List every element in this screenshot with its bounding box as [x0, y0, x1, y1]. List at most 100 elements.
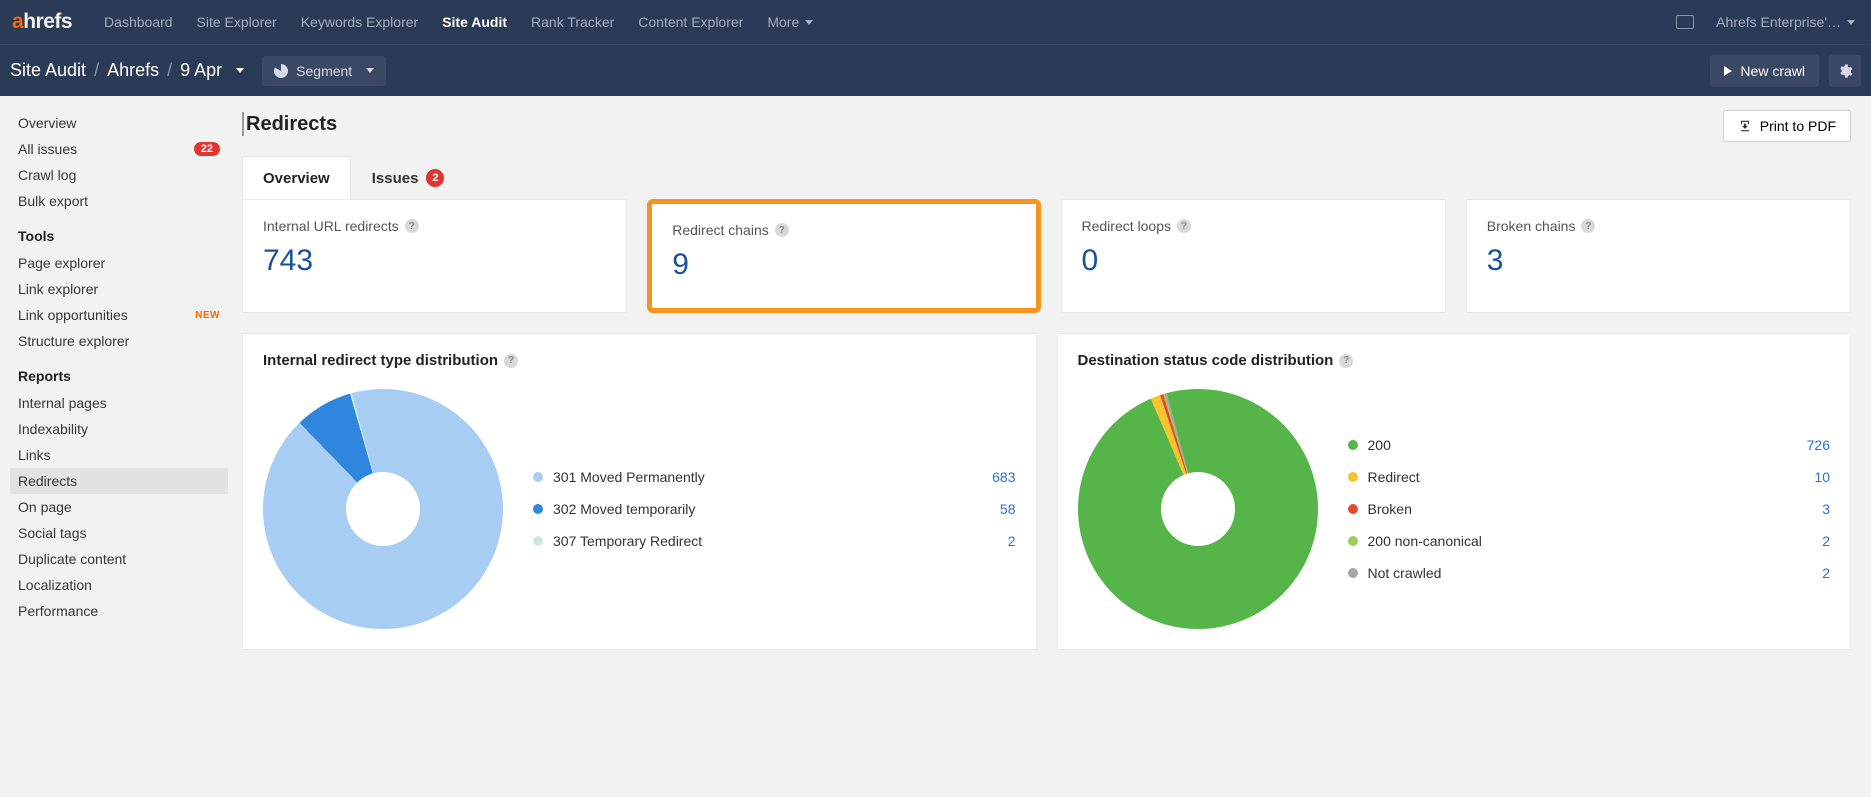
topnav-item[interactable]: More: [755, 0, 825, 44]
card-value: 743: [263, 244, 606, 278]
legend-swatch: [533, 472, 543, 482]
new-crawl-button[interactable]: New crawl: [1710, 55, 1819, 87]
chart-title: Internal redirect type distribution: [263, 352, 498, 369]
sidebar-item[interactable]: Social tags: [10, 520, 228, 546]
legend-swatch: [533, 504, 543, 514]
crumb-site-audit[interactable]: Site Audit: [10, 60, 86, 81]
breadcrumb: Site Audit / Ahrefs / 9 Apr: [10, 60, 244, 81]
logo[interactable]: ahrefs: [12, 10, 72, 34]
sidebar-item[interactable]: Link explorer: [10, 276, 228, 302]
logo-hrefs: hrefs: [23, 10, 72, 33]
card-label: Redirect chains: [672, 222, 769, 238]
legend-row[interactable]: Broken3: [1348, 493, 1831, 525]
tabs: Overview Issues 2: [242, 156, 1851, 199]
chevron-down-icon[interactable]: [236, 68, 244, 73]
legend-swatch: [533, 536, 543, 546]
card-broken-chains[interactable]: Broken chains? 3: [1466, 199, 1851, 313]
print-label: Print to PDF: [1760, 118, 1836, 134]
sidebar-item[interactable]: On page: [10, 494, 228, 520]
topnav-item[interactable]: Site Explorer: [185, 0, 289, 44]
main-content: Redirects Print to PDF Overview Issues 2…: [236, 96, 1871, 680]
card-internal-redirects[interactable]: Internal URL redirects? 743: [242, 199, 627, 313]
sidebar-item[interactable]: Structure explorer: [10, 328, 228, 354]
legend-row[interactable]: 302 Moved temporarily58: [533, 493, 1016, 525]
chevron-down-icon: [366, 68, 374, 73]
help-icon[interactable]: ?: [1177, 219, 1191, 233]
sidebar-item[interactable]: Crawl log: [10, 162, 228, 188]
legend-label: 200 non-canonical: [1368, 533, 1482, 549]
legend-row[interactable]: Redirect10: [1348, 461, 1831, 493]
sidebar-item[interactable]: Localization: [10, 572, 228, 598]
legend-row[interactable]: Not crawled 2: [1348, 557, 1831, 589]
legend-label: 200: [1368, 437, 1391, 453]
chevron-down-icon: [805, 20, 813, 25]
help-icon[interactable]: ?: [405, 219, 419, 233]
card-redirect-loops[interactable]: Redirect loops? 0: [1061, 199, 1446, 313]
account-label: Ahrefs Enterprise'…: [1716, 14, 1841, 30]
legend-value: 58: [1000, 501, 1016, 517]
sidebar-item[interactable]: Internal pages: [10, 390, 228, 416]
tab-issues-label: Issues: [372, 170, 419, 187]
legend-label: Not crawled: [1368, 565, 1442, 581]
sidebar-head-reports: Reports: [10, 354, 228, 390]
sidebar-item-label: Structure explorer: [18, 333, 129, 349]
account-menu[interactable]: Ahrefs Enterprise'…: [1704, 0, 1859, 44]
sidebar-item-label: Performance: [18, 603, 98, 619]
topnav-item[interactable]: Keywords Explorer: [289, 0, 431, 44]
play-icon: [1724, 66, 1732, 76]
legend-swatch: [1348, 536, 1358, 546]
topnav-item[interactable]: Rank Tracker: [519, 0, 626, 44]
sidebar-item[interactable]: Duplicate content: [10, 546, 228, 572]
sidebar-item-label: Duplicate content: [18, 551, 126, 567]
tab-issues[interactable]: Issues 2: [351, 156, 466, 199]
segment-icon: [274, 64, 288, 78]
sidebar-item[interactable]: Bulk export: [10, 188, 228, 214]
settings-button[interactable]: [1829, 55, 1861, 87]
topnav-item[interactable]: Content Explorer: [626, 0, 755, 44]
legend-row[interactable]: 307 Temporary Redirect2: [533, 525, 1016, 557]
sidebar-item[interactable]: Links: [10, 442, 228, 468]
sidebar-item[interactable]: Page explorer: [10, 250, 228, 276]
sidebar-head-tools: Tools: [10, 214, 228, 250]
sidebar-item-label: Overview: [18, 115, 76, 131]
sidebar-item-label: On page: [18, 499, 72, 515]
crumb-date[interactable]: 9 Apr: [180, 60, 222, 81]
sidebar-item[interactable]: Performance: [10, 598, 228, 624]
tab-overview[interactable]: Overview: [242, 156, 351, 199]
print-pdf-button[interactable]: Print to PDF: [1723, 110, 1851, 142]
legend-value: 2: [1008, 533, 1016, 549]
sidebar-item[interactable]: Indexability: [10, 416, 228, 442]
legend-row[interactable]: 200726: [1348, 429, 1831, 461]
legend-value: 2: [1822, 533, 1830, 549]
help-icon[interactable]: ?: [1339, 354, 1353, 368]
legend-label: 301 Moved Permanently: [553, 469, 705, 485]
card-value: 3: [1487, 244, 1830, 278]
download-icon: [1738, 119, 1752, 133]
topnav-item[interactable]: Dashboard: [92, 0, 185, 44]
help-icon[interactable]: ?: [504, 354, 518, 368]
sidebar-item[interactable]: Link opportunitiesNEW: [10, 302, 228, 328]
gear-icon: [1837, 63, 1853, 79]
crumb-project[interactable]: Ahrefs: [107, 60, 159, 81]
legend-row[interactable]: 200 non-canonical 2: [1348, 525, 1831, 557]
card-label: Broken chains: [1487, 218, 1576, 234]
legend-value: 2: [1822, 565, 1830, 581]
page-title: Redirects: [242, 112, 1851, 136]
card-label: Internal URL redirects: [263, 218, 399, 234]
sidebar-item[interactable]: Overview: [10, 110, 228, 136]
sidebar-item[interactable]: All issues22: [10, 136, 228, 162]
topnav-item[interactable]: Site Audit: [430, 0, 519, 44]
legend-row[interactable]: 301 Moved Permanently683: [533, 461, 1016, 493]
new-tag: NEW: [195, 310, 220, 321]
sidebar-badge: 22: [194, 142, 220, 156]
help-icon[interactable]: ?: [1581, 219, 1595, 233]
card-redirect-type-dist: Internal redirect type distribution? 301…: [242, 333, 1037, 650]
donut-chart: [1078, 389, 1318, 629]
top-nav: ahrefs DashboardSite ExplorerKeywords Ex…: [0, 0, 1871, 44]
segment-label: Segment: [296, 63, 352, 79]
device-icon[interactable]: [1676, 15, 1694, 29]
segment-button[interactable]: Segment: [262, 56, 386, 86]
sidebar-item[interactable]: Redirects: [10, 468, 228, 494]
card-redirect-chains[interactable]: Redirect chains? 9: [647, 199, 1040, 313]
help-icon[interactable]: ?: [775, 223, 789, 237]
